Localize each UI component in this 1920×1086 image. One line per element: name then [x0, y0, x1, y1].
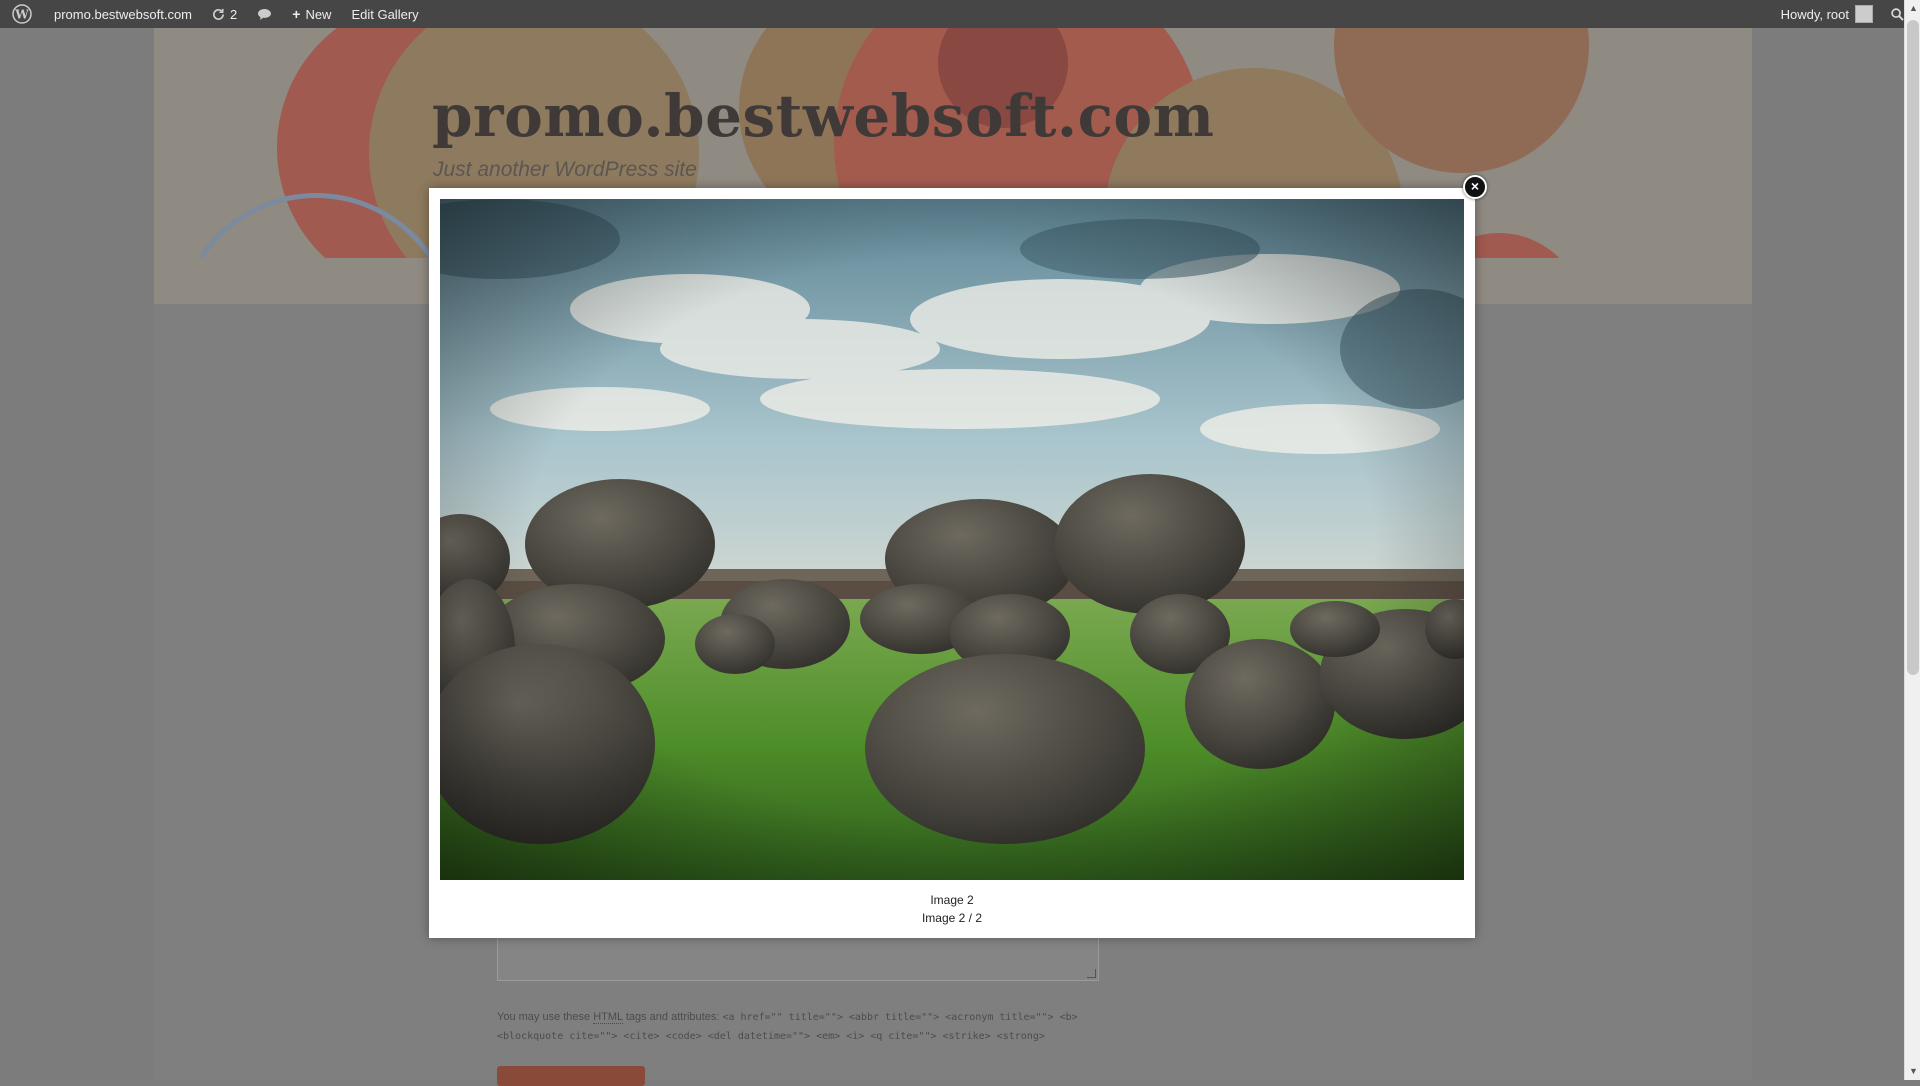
search-icon — [1891, 7, 1904, 21]
my-account-menu[interactable]: Howdy, root — [1771, 0, 1883, 28]
lightbox-caption: Image 2 Image 2 / 2 — [429, 891, 1475, 927]
allowed-tags-code-line-2: <blockquote cite=""> <cite> <code> <del … — [497, 1031, 1045, 1042]
updates-link[interactable]: 2 — [202, 0, 247, 28]
landscape-photo — [440, 199, 1464, 880]
edit-gallery-link[interactable]: Edit Gallery — [341, 0, 428, 28]
scroll-down-arrow-icon[interactable]: ▼ — [1909, 1066, 1918, 1076]
allowed-tags-note: You may use these HTML tags and attribut… — [497, 1008, 1107, 1046]
comment-bubble-icon — [257, 8, 272, 21]
close-icon[interactable]: × — [1463, 175, 1487, 199]
allowed-tags-suffix: tags and attributes: — [625, 1011, 720, 1023]
lightbox-image[interactable] — [440, 199, 1464, 880]
greeting-text: Howdy, root — [1780, 6, 1849, 22]
resize-handle-icon[interactable] — [1087, 969, 1096, 978]
admin-bar: W promo.bestwebsoft.com 2 + New Edit Gal… — [0, 0, 1920, 28]
new-content-menu[interactable]: + New — [282, 0, 341, 28]
lightbox-counter: Image 2 / 2 — [921, 911, 983, 925]
wordpress-logo-icon[interactable]: W — [0, 0, 44, 28]
scrollbar-thumb[interactable] — [1907, 20, 1919, 675]
plus-icon: + — [292, 6, 301, 22]
html-abbr: HTML — [593, 1011, 623, 1024]
admin-bar-secondary: Howdy, root — [1771, 0, 1920, 28]
scroll-up-arrow-icon[interactable]: ▲ — [1909, 3, 1918, 13]
lightbox-modal: Image 2 Image 2 / 2 — [429, 188, 1475, 938]
site-name-label: promo.bestwebsoft.com — [54, 6, 193, 22]
allowed-tags-intro: You may use these — [497, 1011, 591, 1023]
site-tagline: Just another WordPress site — [433, 158, 697, 181]
lightbox-title: Image 2 — [930, 893, 974, 907]
vertical-scrollbar[interactable]: ▲ ▼ — [1904, 0, 1920, 1080]
updates-icon — [212, 8, 225, 21]
comments-link[interactable] — [247, 0, 282, 28]
allowed-tags-code-line-1: <a href="" title=""> <abbr title=""> <ac… — [722, 1012, 1078, 1023]
edit-gallery-label: Edit Gallery — [351, 6, 419, 22]
site-title[interactable]: promo.bestwebsoft.com — [432, 82, 1214, 150]
new-label: New — [305, 6, 332, 22]
updates-count: 2 — [230, 6, 238, 22]
admin-bar-site-link[interactable]: promo.bestwebsoft.com — [44, 0, 202, 28]
avatar — [1855, 5, 1873, 23]
post-comment-button[interactable] — [497, 1066, 645, 1086]
svg-text:W: W — [14, 8, 29, 22]
